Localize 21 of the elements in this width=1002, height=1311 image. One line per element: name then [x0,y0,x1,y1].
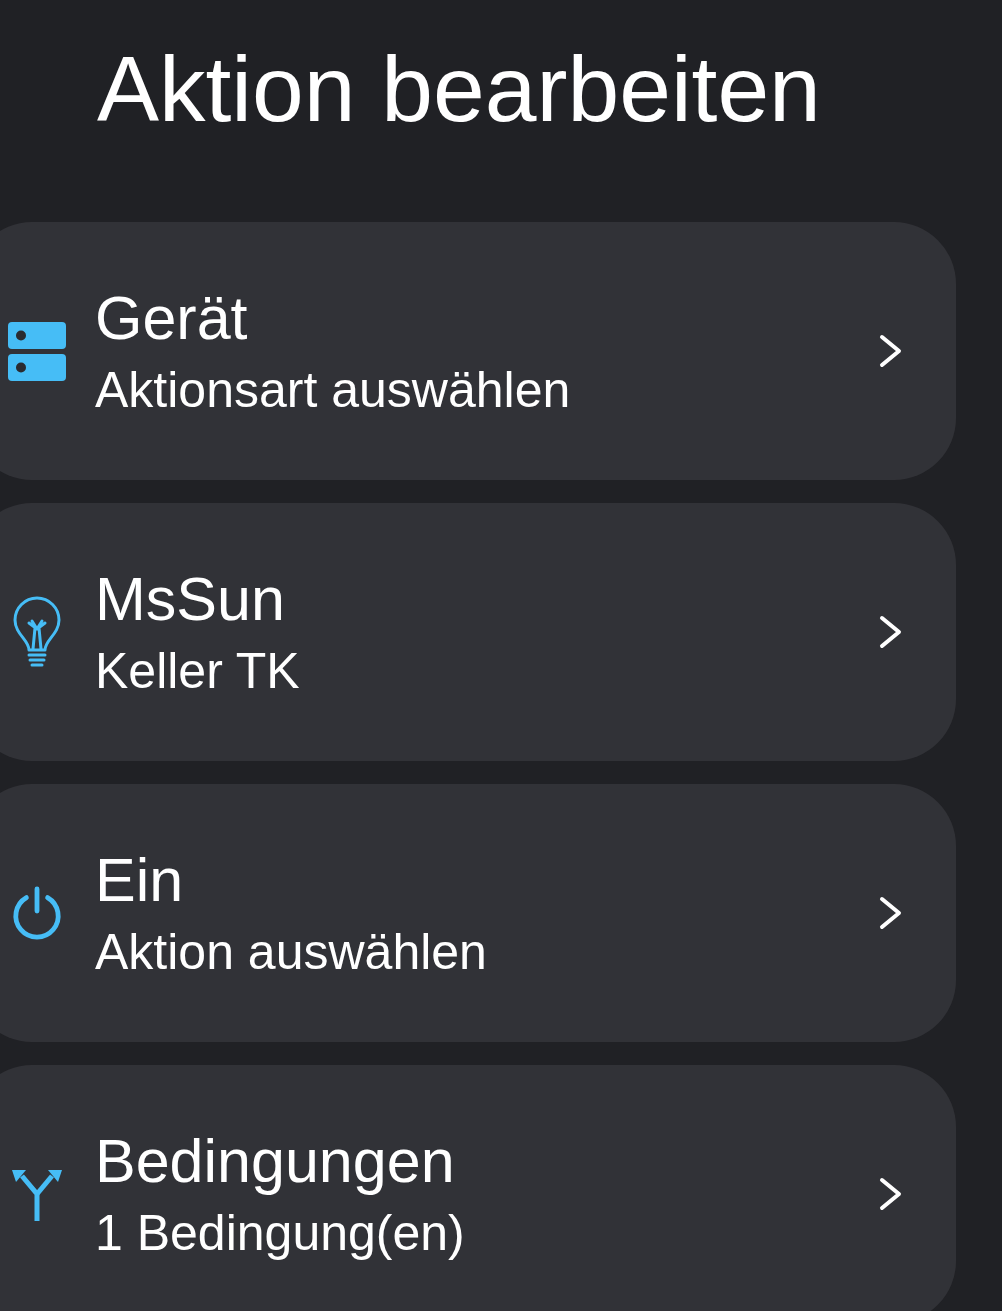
card-title: Gerät [95,283,249,353]
card-subtitle: 1 Bedingung(en) [95,1204,466,1262]
settings-card[interactable]: MsSun Keller TK [0,503,956,761]
settings-card[interactable]: Ein Aktion auswählen [0,784,956,1042]
chevron-right-icon [879,615,903,649]
power-icon [11,885,63,941]
chevron-right-icon [879,334,903,368]
card-subtitle: Aktionsart auswählen [95,361,572,419]
card-subtitle: Aktion auswählen [95,923,488,981]
chevron-right-icon [879,1177,903,1211]
light-bulb-icon [12,596,62,668]
chevron-right-icon [879,896,903,930]
settings-card[interactable]: Bedingungen 1 Bedingung(en) [0,1065,956,1311]
card-subtitle: Keller TK [95,642,301,700]
settings-card[interactable]: Gerät Aktionsart auswählen [0,222,956,480]
page-title: Aktion bearbeiten [97,39,822,140]
card-title: Bedingungen [95,1126,456,1196]
card-title: Ein [95,845,185,915]
server-icon [8,321,66,381]
card-title: MsSun [95,564,286,634]
branch-arrows-icon [10,1167,64,1221]
